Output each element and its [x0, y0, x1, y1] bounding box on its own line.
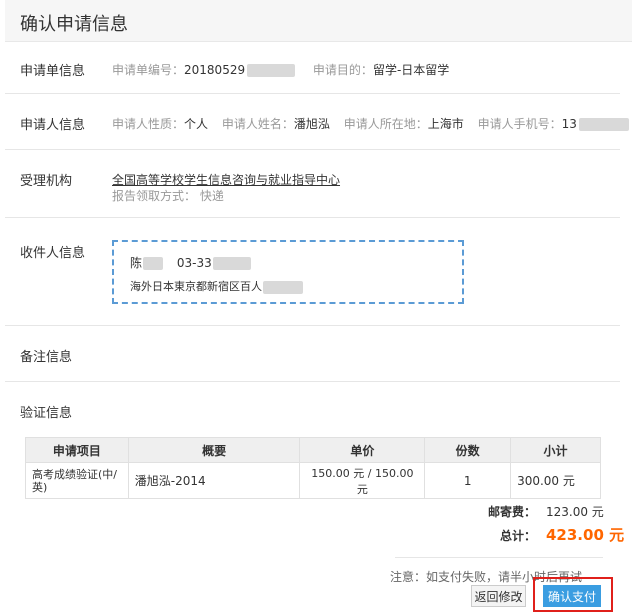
redacted-block: [263, 280, 303, 294]
application-purpose: 留学-日本留学: [372, 63, 450, 77]
page-title: 确认申请信息: [20, 14, 128, 35]
recipient-phone: 03-33: [176, 256, 212, 270]
table-row: 高考成绩验证(中/英) 潘旭泓-2014 150.00 元 / 150.00 元…: [25, 462, 601, 499]
application-section: 申请单信息 申请单编号：20180529 申请目的：留学-日本留学: [5, 42, 620, 94]
cell-item: 高考成绩验证(中/英): [25, 462, 129, 499]
cell-qty: 1: [424, 462, 512, 499]
col-header-qty: 份数: [424, 437, 512, 463]
col-header-subtotal: 小计: [510, 437, 601, 463]
applicant-label: 申请人信息: [20, 118, 86, 133]
recipient-label: 收件人信息: [20, 246, 86, 261]
cell-price: 150.00 元 / 150.00 元: [299, 462, 426, 499]
postage-value: 123.00 元: [546, 505, 604, 519]
col-header-summary: 概要: [127, 437, 301, 463]
delivery-method: 报告领取方式： 快递: [112, 189, 224, 203]
divider: [395, 557, 603, 558]
total-label: 总计：: [499, 529, 536, 543]
redacted-block: [212, 257, 251, 270]
recipient-name: 陈: [130, 256, 143, 270]
redacted-block: [247, 64, 296, 77]
agency-link[interactable]: 全国高等学校学生信息咨询与就业指导中心: [112, 171, 340, 188]
applicant-details: 申请人性质：个人 申请人姓名：潘旭泓 申请人所在地：上海市 申请人手机号：13: [112, 115, 629, 132]
cell-subtotal: 300.00 元: [510, 462, 601, 499]
items-table: 申请项目 概要 单价 份数 小计 高考成绩验证(中/英) 潘旭泓-2014 15…: [25, 437, 601, 499]
applicant-name: 潘旭泓: [293, 117, 330, 131]
postage-row: 邮寄费： 123.00 元: [476, 503, 604, 520]
cell-summary: 潘旭泓-2014: [127, 462, 301, 499]
redacted-block: [578, 118, 629, 131]
agency-label: 受理机构: [20, 174, 73, 189]
table-header-row: 申请项目 概要 单价 份数 小计: [25, 437, 601, 463]
recipient-address: 海外日本東京都新宿区百人: [130, 280, 262, 293]
verification-label: 验证信息: [20, 406, 73, 421]
total-row: 总计： 423.00 元: [476, 524, 625, 545]
application-number: 20180529: [184, 63, 246, 77]
applicant-location: 上海市: [427, 117, 464, 131]
application-details: 申请单编号：20180529 申请目的：留学-日本留学: [112, 63, 450, 77]
recipient-address-card[interactable]: 陈 03-33 海外日本東京都新宿区百人: [112, 240, 464, 304]
applicant-phone: 13: [561, 117, 577, 131]
confirm-pay-button[interactable]: 确认支付: [543, 585, 601, 607]
applicant-section: 申请人信息 申请人性质：个人 申请人姓名：潘旭泓 申请人所在地：上海市 申请人手…: [5, 94, 629, 150]
postage-label: 邮寄费：: [487, 505, 536, 519]
remarks-label: 备注信息: [20, 350, 73, 365]
remarks-section: 备注信息: [5, 326, 620, 382]
applicant-type: 个人: [184, 117, 209, 131]
agency-section: 受理机构 全国高等学校学生信息咨询与就业指导中心 报告领取方式： 快递: [5, 150, 620, 218]
col-header-price: 单价: [299, 437, 426, 463]
back-edit-button[interactable]: 返回修改: [471, 585, 526, 607]
col-header-item: 申请项目: [25, 437, 129, 463]
total-value: 423.00 元: [546, 526, 625, 544]
page-header: 确认申请信息: [5, 0, 632, 42]
redacted-block: [143, 257, 164, 270]
application-label: 申请单信息: [20, 64, 86, 79]
